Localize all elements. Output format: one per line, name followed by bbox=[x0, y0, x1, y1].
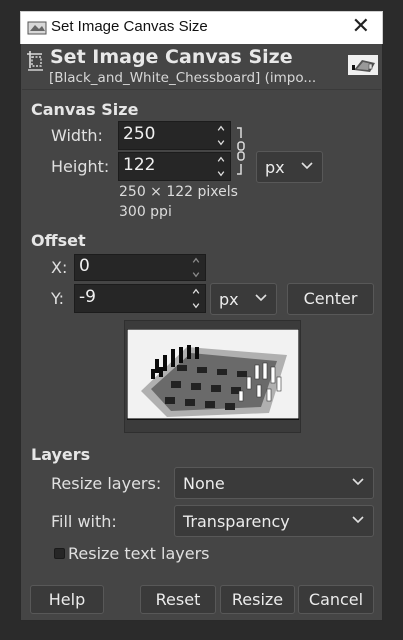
offset-y-label: Y: bbox=[51, 289, 65, 308]
resize-layers-select[interactable]: None bbox=[174, 467, 374, 499]
width-label: Width: bbox=[51, 126, 103, 145]
title-bar: Set Image Canvas Size ✕ bbox=[20, 11, 383, 44]
resize-text-layers-checkbox[interactable] bbox=[54, 548, 65, 559]
resize-layers-label: Resize layers: bbox=[51, 474, 162, 493]
cancel-button[interactable]: Cancel bbox=[298, 585, 374, 614]
window-title: Set Image Canvas Size bbox=[51, 18, 208, 35]
chevron-down-icon bbox=[301, 162, 313, 170]
close-icon[interactable]: ✕ bbox=[352, 14, 370, 39]
offset-x-label: X: bbox=[51, 258, 68, 277]
gimp-icon bbox=[27, 21, 47, 35]
canvas-unit-select[interactable]: px bbox=[256, 151, 323, 183]
offset-y-value: -9 bbox=[79, 287, 96, 307]
fill-with-select[interactable]: Transparency bbox=[174, 505, 374, 537]
fill-with-label: Fill with: bbox=[51, 512, 117, 531]
image-thumbnail bbox=[348, 55, 378, 75]
height-value: 122 bbox=[123, 155, 156, 175]
chain-link-icon[interactable] bbox=[234, 124, 248, 178]
height-stepper-icon[interactable] bbox=[216, 153, 226, 180]
offset-unit-value: px bbox=[219, 290, 239, 309]
width-stepper-icon[interactable] bbox=[216, 122, 226, 149]
height-input[interactable]: 122 bbox=[118, 152, 231, 181]
offset-x-stepper-icon[interactable] bbox=[191, 255, 201, 280]
resize-layers-value: None bbox=[183, 474, 225, 493]
canvas-size-icon bbox=[27, 51, 43, 71]
header-title: Set Image Canvas Size bbox=[50, 46, 293, 68]
chevron-down-icon bbox=[255, 294, 267, 302]
offset-x-value: 0 bbox=[79, 256, 90, 276]
resize-text-layers-label[interactable]: Resize text layers bbox=[68, 544, 210, 563]
ppi-info: 300 ppi bbox=[119, 204, 172, 220]
header-separator bbox=[22, 89, 381, 90]
header-subtitle: [Black_and_White_Chessboard] (impo... bbox=[49, 70, 317, 86]
preview-image bbox=[127, 329, 299, 419]
chevron-down-icon bbox=[352, 478, 364, 486]
reset-button[interactable]: Reset bbox=[140, 585, 216, 614]
help-button[interactable]: Help bbox=[30, 585, 104, 614]
center-button[interactable]: Center bbox=[287, 283, 374, 315]
canvas-unit-value: px bbox=[265, 158, 285, 177]
layers-heading: Layers bbox=[31, 445, 91, 464]
offset-heading: Offset bbox=[31, 231, 86, 250]
preview-canvas-edge bbox=[127, 419, 299, 420]
offset-y-input[interactable]: -9 bbox=[74, 284, 206, 313]
fill-with-value: Transparency bbox=[183, 512, 290, 531]
offset-x-input[interactable]: 0 bbox=[74, 254, 206, 281]
canvas-size-heading: Canvas Size bbox=[31, 100, 139, 119]
offset-y-stepper-icon[interactable] bbox=[191, 285, 201, 312]
resize-button[interactable]: Resize bbox=[220, 585, 295, 614]
height-label: Height: bbox=[51, 157, 110, 176]
pixels-info: 250 × 122 pixels bbox=[119, 184, 238, 200]
canvas-preview[interactable] bbox=[124, 320, 301, 433]
width-input[interactable]: 250 bbox=[118, 121, 231, 150]
offset-unit-select[interactable]: px bbox=[210, 283, 277, 315]
chevron-down-icon bbox=[352, 516, 364, 524]
width-value: 250 bbox=[123, 124, 156, 144]
